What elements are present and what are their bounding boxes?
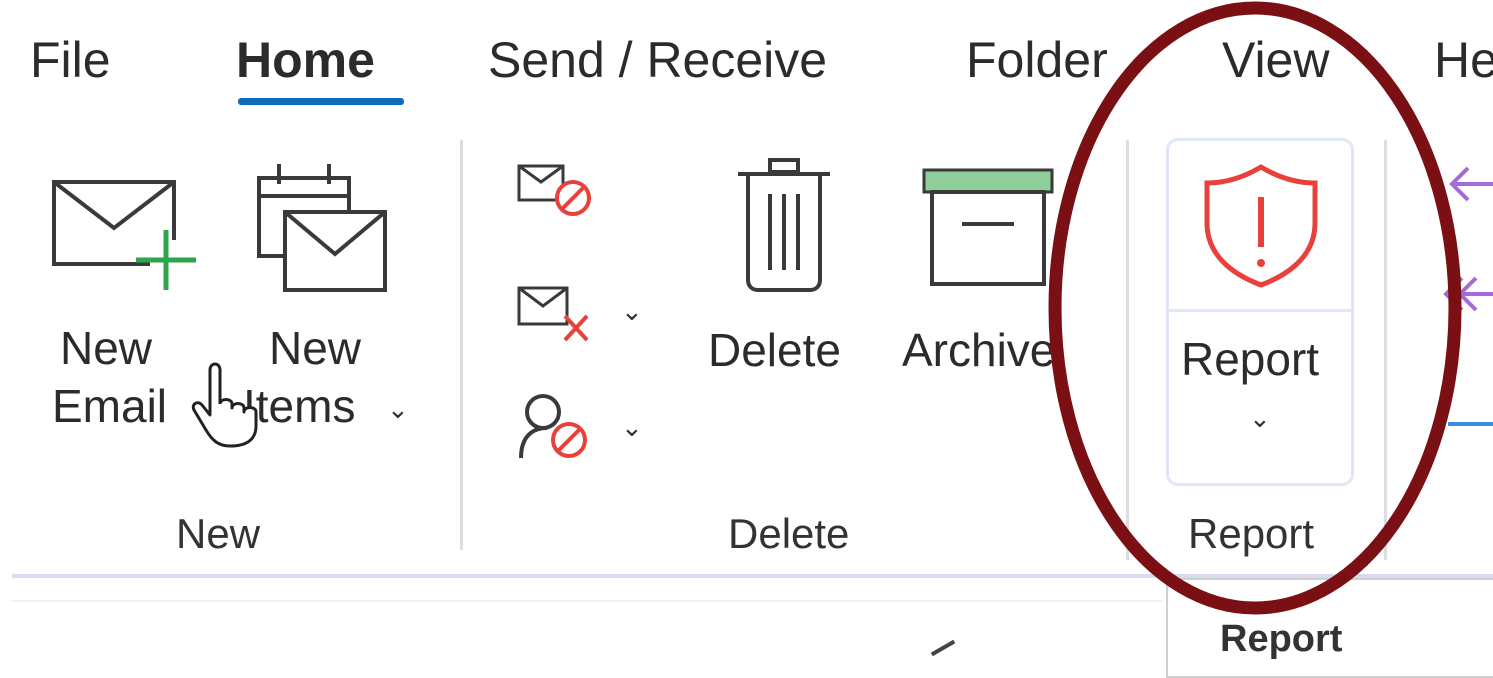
active-tab-indicator: [238, 98, 404, 105]
group-label-delete: Delete: [728, 510, 850, 557]
new-items-label-line1: New: [269, 322, 362, 374]
clean-up-icon: [517, 286, 589, 342]
ignore-button[interactable]: [515, 160, 595, 220]
new-email-button[interactable]: New Email: [40, 150, 196, 450]
report-button[interactable]: Report ⌄: [1166, 138, 1354, 486]
new-items-chevron-icon: ⌄: [387, 394, 409, 424]
block-sender-icon: [519, 394, 587, 459]
clean-up-button[interactable]: ⌄: [515, 282, 645, 346]
decorative-stroke: [930, 639, 956, 657]
report-chevron-icon: ⌄: [1249, 403, 1271, 433]
tooltip-title: Report: [1220, 618, 1343, 660]
group-separator: [1126, 140, 1129, 560]
envelope-plus-icon: [52, 180, 196, 290]
group-separator: [1384, 140, 1387, 560]
block-sender-button[interactable]: ⌄: [515, 392, 645, 462]
new-items-button[interactable]: New Items ⌄: [243, 150, 415, 450]
group-label-report: Report: [1188, 510, 1315, 557]
archive-box-icon: [922, 168, 1054, 286]
archive-button[interactable]: Archive: [898, 150, 1083, 390]
shield-warning-icon: [1204, 164, 1318, 288]
ignore-icon: [517, 164, 591, 216]
tab-folder[interactable]: Folder: [966, 30, 1108, 90]
report-split-divider: [1169, 309, 1351, 312]
clean-up-chevron-icon: ⌄: [621, 296, 643, 326]
content-top-border: [12, 600, 1162, 602]
new-email-label-line2: Email: [52, 380, 168, 432]
group-separator: [460, 140, 463, 550]
delete-label: Delete: [708, 324, 841, 376]
delete-button[interactable]: Delete: [700, 150, 870, 390]
reply-icon: [1443, 166, 1493, 426]
tab-file[interactable]: File: [30, 30, 111, 90]
block-sender-chevron-icon: ⌄: [621, 412, 643, 442]
tab-send-receive[interactable]: Send / Receive: [488, 30, 827, 90]
tab-help[interactable]: He: [1434, 30, 1493, 90]
trash-icon: [738, 158, 830, 292]
archive-label: Archive: [902, 324, 1056, 376]
tab-home[interactable]: Home: [236, 30, 375, 90]
group-label-new: New: [176, 510, 261, 557]
hand-cursor-icon: [191, 362, 258, 448]
calendar-envelope-icon: [257, 164, 387, 292]
new-email-label-line1: New: [60, 322, 153, 374]
tab-view[interactable]: View: [1222, 30, 1329, 90]
report-tooltip: Report: [1166, 578, 1493, 678]
report-label: Report: [1181, 333, 1320, 385]
